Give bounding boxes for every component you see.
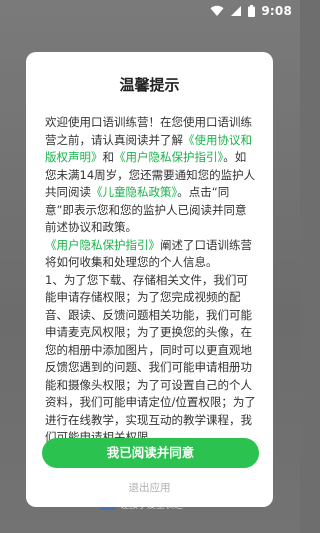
battery-icon — [248, 5, 256, 17]
status-bar: 9:08 — [0, 0, 300, 24]
status-time: 9:08 — [261, 4, 292, 18]
privacy-guide-link[interactable]: 《用户隐私保护指引》 — [114, 150, 223, 164]
privacy-guide-link-2[interactable]: 《用户隐私保护指引》 — [45, 238, 160, 252]
permissions-paragraph: 1、为了您下载、存储相关文件，我们可能申请存储权限；为了您完成视频的配音、跟读、… — [45, 272, 256, 445]
child-privacy-link[interactable]: 《儿童隐私政策》 — [91, 185, 177, 199]
intro-paragraph: 欢迎使用口语训练营！在您使用口语训练营之前，请认真阅读并了解《使用协议和版权声明… — [45, 114, 257, 237]
privacy-dialog: 温馨提示 欢迎使用口语训练营！在您使用口语训练营之前，请认真阅读并了解《使用协议… — [26, 52, 273, 507]
privacy-paragraph: 《用户隐私保护指引》阐述了口语训练营将如何收集和处理您的个人信息。 — [45, 237, 257, 272]
intro-text-2: 和 — [102, 150, 115, 164]
dialog-title: 温馨提示 — [119, 76, 180, 94]
status-icons: 9:08 — [210, 4, 292, 18]
agree-button[interactable]: 我已阅读并同意 — [42, 438, 259, 468]
dialog-body[interactable]: 欢迎使用口语训练营！在您使用口语训练营之前，请认真阅读并了解《使用协议和版权声明… — [45, 114, 257, 448]
wifi-icon — [210, 5, 224, 17]
signal-icon — [231, 6, 242, 16]
exit-app-link[interactable]: 退出应用 — [26, 480, 273, 495]
